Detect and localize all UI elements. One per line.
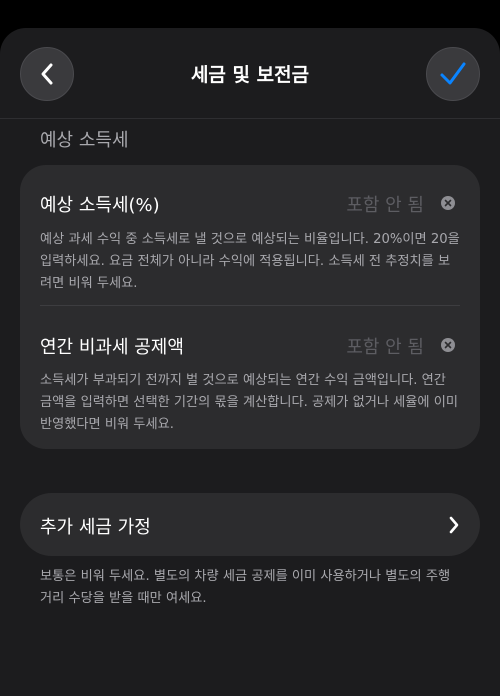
section-header: 예상 소득세 [40,130,129,151]
clear-icon[interactable] [441,196,455,210]
additional-tax-assumptions-row[interactable]: 추가 세금 가정 [20,493,480,556]
annual-allowance-description: 소득세가 부과되기 전까지 벌 것으로 예상되는 연간 수익 금액입니다. 연간… [40,373,459,432]
annual-allowance-label: 연간 비과세 공제액 [40,337,184,358]
checkmark-icon [440,62,466,85]
clear-icon[interactable] [441,338,455,352]
navigation-bar: 세금 및 보전금 [0,28,500,119]
estimated-income-tax-label: 예상 소득세(%) [40,195,160,216]
page-title: 세금 및 보전금 [190,64,310,86]
chevron-right-icon [449,516,459,534]
x-mark-icon [444,341,452,349]
income-tax-card: 예상 소득세(%) 포함 안 됨 예상 과세 수익 중 소득세로 낼 것으로 예… [20,165,480,449]
footnote: 보통은 비워 두세요. 별도의 차량 세금 공제를 이미 사용하거나 별도의 주… [40,569,451,606]
settings-sheet: 세금 및 보전금 예상 소득세 예상 소득세(%) 포함 안 됨 예상 과세 수… [0,28,500,696]
divider [40,305,460,306]
additional-tax-assumptions-label: 추가 세금 가정 [40,517,151,538]
estimated-income-tax-description: 예상 과세 수익 중 소득세로 낼 것으로 예상되는 비율입니다. 20%이면 … [40,232,460,291]
confirm-button[interactable] [426,47,480,101]
annual-allowance-value[interactable]: 포함 안 됨 [346,333,424,359]
x-mark-icon [444,199,452,207]
estimated-income-tax-value[interactable]: 포함 안 됨 [346,191,424,217]
